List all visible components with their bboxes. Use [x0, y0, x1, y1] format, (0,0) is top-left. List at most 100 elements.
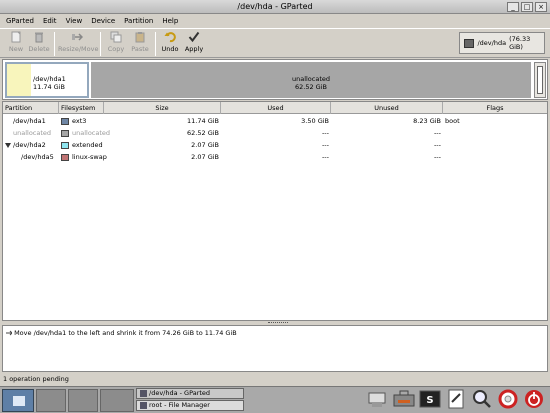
checkmark-icon	[188, 31, 200, 43]
cell-used: ---	[321, 141, 329, 149]
used-space-fill	[7, 64, 31, 96]
toolbar-separator	[54, 32, 55, 56]
power-icon[interactable]	[522, 388, 546, 410]
resize-move-button[interactable]: Resize/Move	[58, 31, 98, 57]
filesystem-color-swatch	[61, 142, 69, 149]
task-label: root - File Manager	[149, 401, 210, 409]
taskbar-task-file-manager[interactable]: root - File Manager	[136, 400, 244, 411]
pending-operations-list: Move /dev/hda1 to the left and shrink it…	[2, 325, 548, 372]
undo-button[interactable]: Undo	[160, 31, 180, 57]
column-unused[interactable]: Unused	[331, 102, 443, 114]
filesystem-color-swatch	[61, 130, 69, 137]
status-bar: 1 operation pending	[3, 375, 69, 383]
cell-partition: /dev/hda5	[21, 153, 54, 161]
cell-used: 3.50 GiB	[301, 117, 329, 125]
workspace-pager-2[interactable]	[68, 389, 98, 412]
column-size[interactable]: Size	[104, 102, 221, 114]
workspace-pager-1[interactable]	[36, 389, 66, 412]
terminal-icon[interactable]: S	[418, 388, 442, 410]
column-header-row: Partition Filesystem Size Used Unused Fl…	[3, 102, 547, 114]
cell-partition: /dev/hda2	[13, 141, 46, 149]
scrollbar-thumb[interactable]	[537, 66, 543, 94]
cell-unused: 8.23 GiB	[413, 117, 441, 125]
cell-partition: /dev/hda1	[13, 117, 46, 125]
paste-icon	[135, 32, 145, 43]
menu-help[interactable]: Help	[162, 17, 178, 25]
undo-icon	[164, 32, 176, 43]
trash-icon	[35, 32, 43, 43]
column-partition[interactable]: Partition	[3, 102, 59, 114]
toolbar-separator	[155, 32, 156, 56]
filesystem-color-swatch	[61, 154, 69, 161]
move-operation-icon	[6, 330, 12, 336]
cell-flags: boot	[445, 117, 460, 125]
column-used[interactable]: Used	[221, 102, 331, 114]
disk-map-unallocated-name: unallocated	[291, 75, 331, 83]
menu-device[interactable]: Device	[91, 17, 115, 25]
copy-button[interactable]: Copy	[106, 31, 126, 57]
text-editor-icon[interactable]	[444, 388, 468, 410]
operation-text: Move /dev/hda1 to the left and shrink it…	[14, 329, 237, 337]
cell-filesystem: ext3	[72, 117, 87, 125]
menu-edit[interactable]: Edit	[43, 17, 57, 25]
device-size: (76.33 GiB)	[509, 35, 531, 51]
lifebuoy-help-icon[interactable]	[496, 388, 520, 410]
device-name: /dev/hda	[477, 39, 507, 47]
menu-partition[interactable]: Partition	[124, 17, 153, 25]
disk-map: /dev/hda1 11.74 GiB unallocated 62.52 Gi…	[2, 59, 548, 100]
cell-used: ---	[321, 129, 329, 137]
cell-size: 11.74 GiB	[187, 117, 219, 125]
cell-size: 62.52 GiB	[187, 129, 219, 137]
cell-unused: ---	[433, 153, 441, 161]
network-icon[interactable]	[366, 388, 390, 410]
delete-button[interactable]: Delete	[28, 31, 50, 57]
column-flags[interactable]: Flags	[443, 102, 547, 114]
disk-map-partition-hda1[interactable]: /dev/hda1 11.74 GiB	[5, 62, 89, 98]
cell-used: ---	[321, 153, 329, 161]
disk-map-unallocated[interactable]: unallocated 62.52 GiB	[91, 62, 531, 98]
table-row[interactable]: unallocated unallocated 62.52 GiB --- --…	[3, 128, 547, 139]
minimize-button[interactable]: _	[507, 2, 519, 12]
disk-map-partition-size: 11.74 GiB	[33, 83, 65, 91]
toolbox-icon[interactable]	[392, 388, 416, 410]
window-titlebar: /dev/hda - GParted _ □ ×	[0, 0, 550, 14]
table-row[interactable]: /dev/hda2 extended 2.07 GiB --- ---	[3, 140, 547, 151]
copy-icon	[110, 31, 122, 43]
cell-partition: unallocated	[13, 129, 52, 137]
resize-move-icon	[72, 33, 83, 41]
start-menu-button[interactable]	[2, 389, 34, 412]
column-filesystem[interactable]: Filesystem	[59, 102, 104, 114]
paste-button[interactable]: Paste	[130, 31, 150, 57]
window-title: /dev/hda - GParted	[237, 2, 313, 11]
taskbar-task-gparted[interactable]: /dev/hda - GParted	[136, 388, 244, 399]
task-label: /dev/hda - GParted	[149, 389, 211, 397]
search-icon[interactable]	[470, 388, 494, 410]
workspace-pager-3[interactable]	[100, 389, 134, 412]
svg-text:S: S	[426, 395, 433, 406]
app-icon	[140, 402, 147, 409]
table-row[interactable]: /dev/hda5 linux-swap 2.07 GiB --- ---	[3, 152, 547, 163]
disk-map-scrollbar[interactable]	[534, 62, 546, 98]
undo-label: Undo	[161, 45, 179, 53]
cell-unused: ---	[433, 129, 441, 137]
maximize-button[interactable]: □	[521, 2, 533, 12]
cell-filesystem: linux-swap	[72, 153, 107, 161]
cell-size: 2.07 GiB	[191, 153, 219, 161]
menu-gparted[interactable]: GParted	[6, 17, 34, 25]
close-button[interactable]: ×	[535, 2, 547, 12]
expander-arrow-icon[interactable]	[5, 143, 11, 148]
cell-filesystem: extended	[72, 141, 103, 149]
copy-label: Copy	[107, 45, 125, 53]
new-icon	[11, 31, 21, 43]
operation-item[interactable]: Move /dev/hda1 to the left and shrink it…	[6, 329, 237, 337]
app-icon	[140, 390, 147, 397]
apply-button[interactable]: Apply	[183, 31, 205, 57]
menu-view[interactable]: View	[66, 17, 83, 25]
table-row[interactable]: /dev/hda1 ext3 11.74 GiB 3.50 GiB 8.23 G…	[3, 116, 547, 127]
disk-map-unallocated-size: 62.52 GiB	[295, 83, 327, 91]
device-selector[interactable]: /dev/hda (76.33 GiB)	[459, 32, 545, 54]
cell-size: 2.07 GiB	[191, 141, 219, 149]
new-button[interactable]: New	[6, 31, 26, 57]
desktop-icon	[13, 396, 25, 406]
partition-list: Partition Filesystem Size Used Unused Fl…	[2, 101, 548, 321]
